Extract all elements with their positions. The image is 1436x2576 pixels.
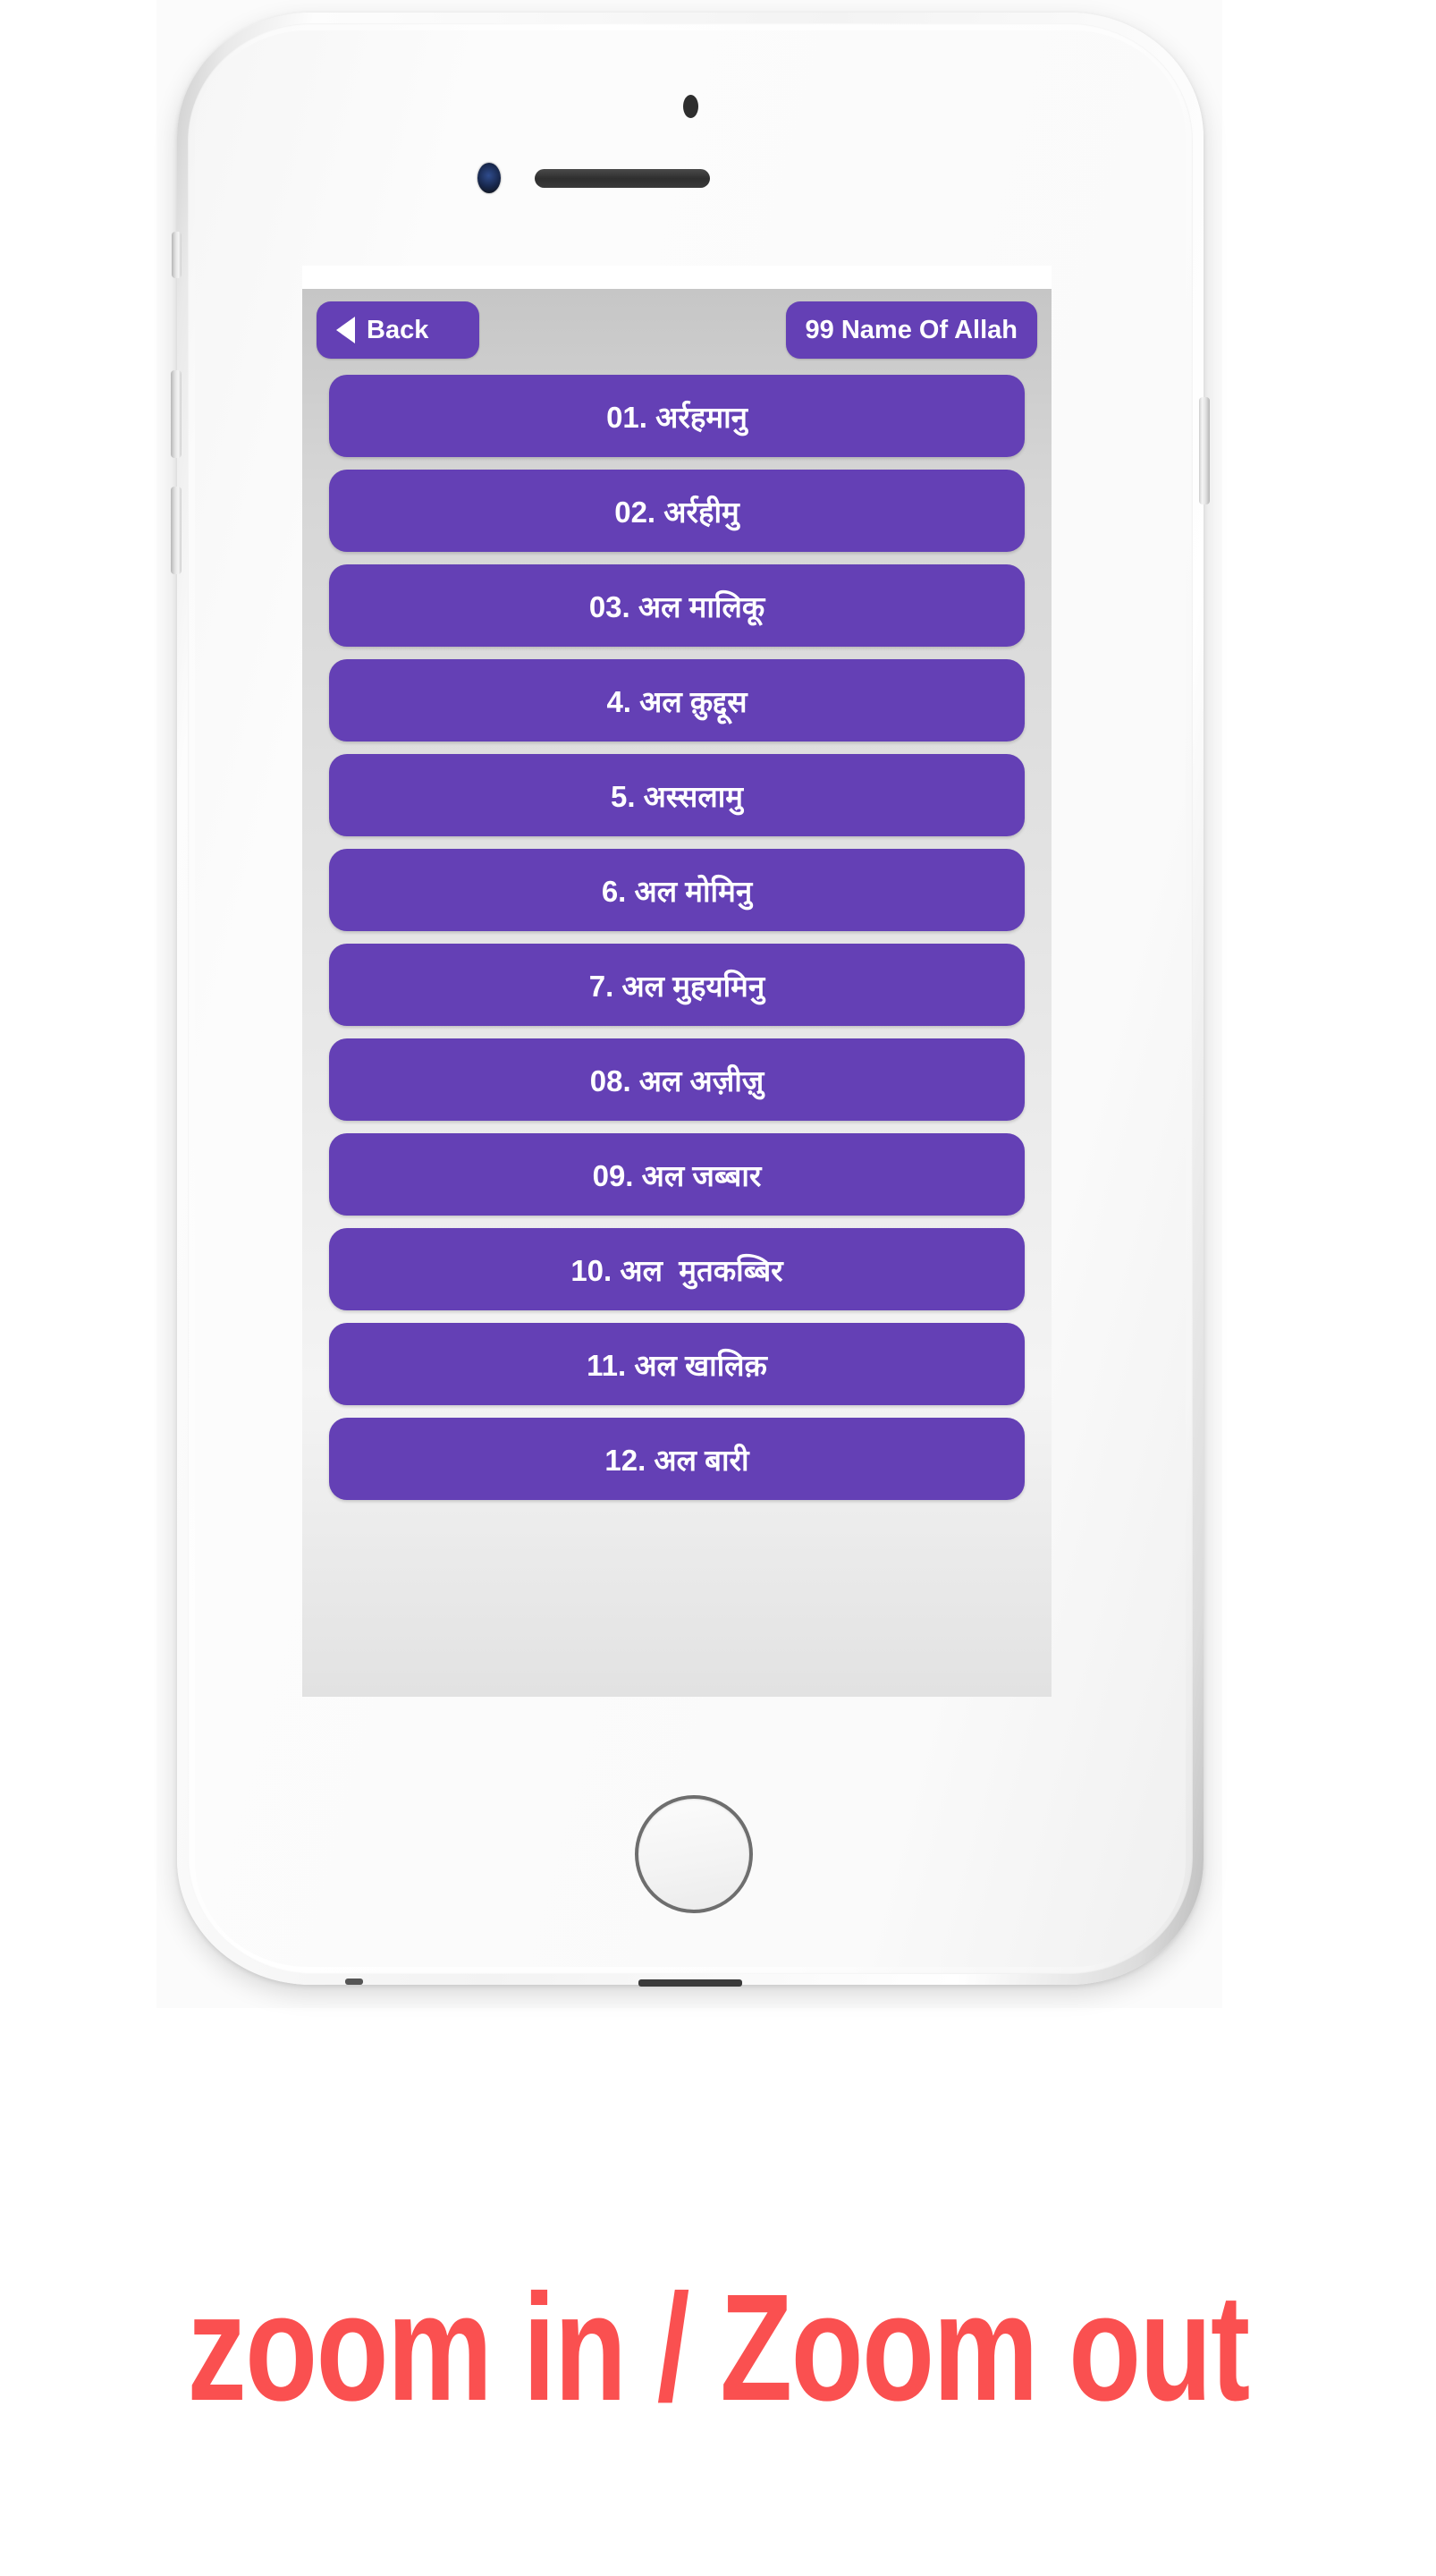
status-bar: [302, 266, 1052, 289]
list-item[interactable]: 7. अल मुहयमिनु: [329, 944, 1025, 1026]
list-item[interactable]: 01. अर्रहमानु: [329, 375, 1025, 457]
list-item-label: 01. अर्रहमानु: [606, 400, 748, 434]
headphone-jack-icon: [345, 1979, 363, 1985]
list-item[interactable]: 09. अल जब्बार: [329, 1133, 1025, 1216]
list-item[interactable]: 4. अल क़ुद्दूस: [329, 659, 1025, 741]
list-item[interactable]: 02. अर्रहीमु: [329, 470, 1025, 552]
list-item-label: 03. अल मालिकू: [588, 589, 765, 623]
phone-screen: Back 99 Name Of Allah 01. अर्रहमानु 02. …: [302, 266, 1052, 1697]
list-item-label: 12. अल बारी: [604, 1443, 749, 1477]
list-item[interactable]: 11. अल खालिक़: [329, 1323, 1025, 1405]
volume-down-button[interactable]: [171, 487, 182, 574]
earpiece-speaker-icon: [535, 169, 710, 188]
list-item[interactable]: 12. अल बारी: [329, 1418, 1025, 1500]
silent-switch-button[interactable]: [172, 232, 182, 278]
list-item-label: 7. अल मुहयमिनु: [588, 969, 765, 1003]
list-item[interactable]: 08. अल अज़ीज़ु: [329, 1038, 1025, 1121]
list-item-label: 11. अल खालिक़: [587, 1348, 767, 1382]
promo-caption-text: zoom in / Zoom out: [187, 2263, 1250, 2433]
list-item[interactable]: 10. अल मुतकब्बिर: [329, 1228, 1025, 1310]
promo-caption: zoom in / Zoom out: [158, 2272, 1279, 2424]
list-item[interactable]: 03. अल मालिकू: [329, 564, 1025, 647]
proximity-sensor-icon: [683, 95, 698, 118]
allah-names-list: 01. अर्रहमानु 02. अर्रहीमु 03. अल मालिकू…: [309, 369, 1044, 1500]
power-button[interactable]: [1199, 397, 1210, 504]
back-arrow-icon: [336, 317, 355, 343]
list-item[interactable]: 6. अल मोमिनु: [329, 849, 1025, 931]
home-button-icon[interactable]: [635, 1795, 753, 1913]
list-item-label: 4. अल क़ुद्दूस: [606, 684, 748, 718]
list-item[interactable]: 5. अस्सलामु: [329, 754, 1025, 836]
back-button[interactable]: Back: [317, 301, 479, 359]
screenshot-root: Back 99 Name Of Allah 01. अर्रहमानु 02. …: [0, 0, 1436, 2576]
list-item-label: 6. अल मोमिनु: [601, 874, 753, 908]
volume-up-button[interactable]: [171, 370, 182, 458]
back-button-label: Back: [367, 315, 429, 344]
list-item-label: 09. अल जब्बार: [592, 1158, 762, 1192]
app-topbar: Back 99 Name Of Allah: [309, 289, 1044, 369]
bottom-speaker-icon: [638, 1979, 742, 1987]
app-canvas: Back 99 Name Of Allah 01. अर्रहमानु 02. …: [302, 289, 1052, 1697]
front-camera-icon: [477, 163, 501, 193]
page-title-label: 99 Name Of Allah: [805, 315, 1018, 344]
list-item-label: 02. अर्रहीमु: [614, 495, 739, 529]
list-item-label: 10. अल मुतकब्बिर: [570, 1253, 783, 1287]
list-item-label: 5. अस्सलामु: [610, 779, 744, 813]
page-title[interactable]: 99 Name Of Allah: [785, 301, 1037, 359]
list-item-label: 08. अल अज़ीज़ु: [589, 1063, 764, 1097]
phone-device-mockup: Back 99 Name Of Allah 01. अर्रहमानु 02. …: [171, 13, 1210, 1987]
